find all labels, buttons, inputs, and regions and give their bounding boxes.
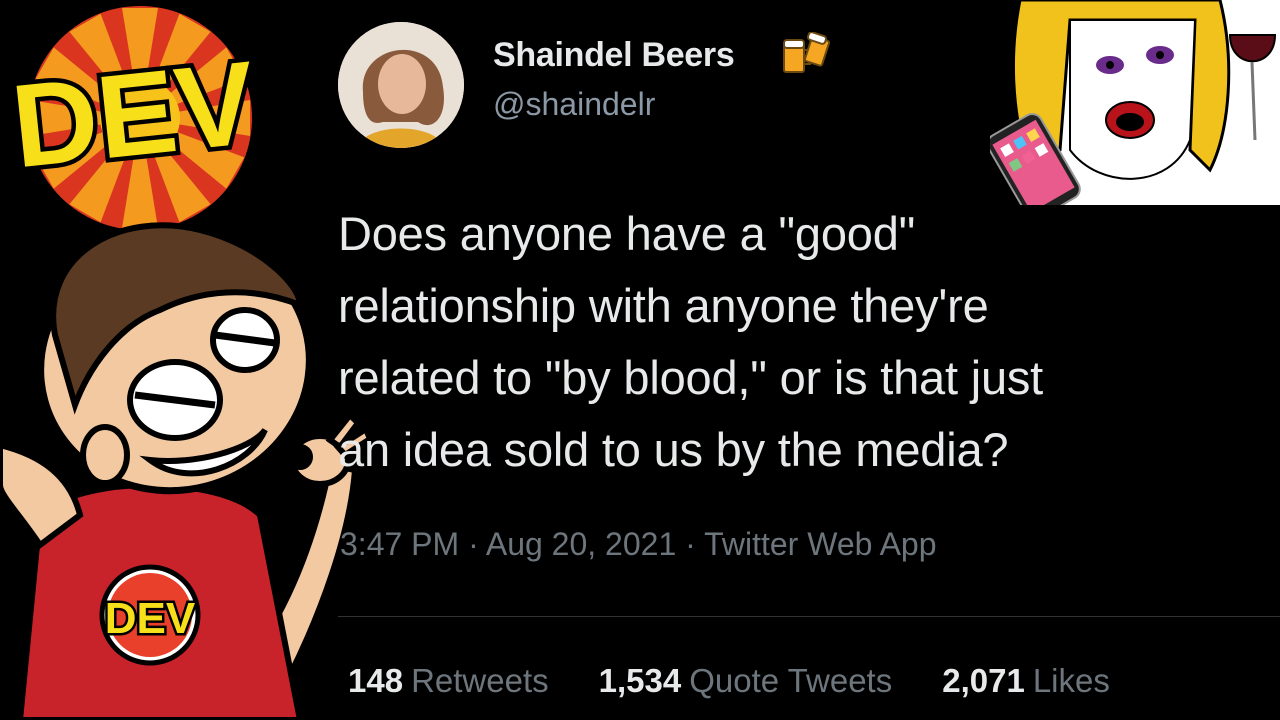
divider	[338, 616, 1280, 617]
retweets-count: 148	[348, 662, 404, 699]
quote-tweets-count: 1,534	[598, 662, 682, 699]
profile-photo	[338, 22, 464, 148]
quote-tweets-stat[interactable]: 1,534 Quote Tweets	[599, 662, 893, 700]
tweet-timestamp[interactable]: 3:47 PM · Aug 20, 2021 · Twitter Web App	[340, 526, 937, 563]
likes-label: Likes	[1032, 662, 1110, 699]
user-handle[interactable]: @shaindelr	[493, 86, 655, 123]
dev-logo-text: DEV	[6, 37, 261, 194]
tweet-text: Does anyone have a "good" relationship w…	[338, 198, 1278, 486]
dev-logo: DEV	[2, 6, 266, 230]
mascot-illustration: DEV	[0, 222, 370, 720]
retweets-label: Retweets	[411, 662, 549, 699]
display-name[interactable]: Shaindel Beers	[493, 36, 735, 75]
shirt-logo-text: DEV	[105, 594, 196, 643]
tweet-stats: 148 Retweets 1,534 Quote Tweets 2,071 Likes	[348, 662, 1160, 700]
avatar[interactable]	[338, 22, 464, 148]
likes-count: 2,071	[942, 662, 1025, 699]
beer-mugs-icon	[783, 32, 831, 73]
tweet-text-line: an idea sold to us by the media?	[338, 423, 1009, 476]
tweet-text-line: relationship with anyone they're	[338, 279, 989, 332]
retweets-stat[interactable]: 148 Retweets	[348, 662, 549, 700]
quote-tweets-label: Quote Tweets	[689, 662, 893, 699]
cartoon-woman-illustration	[990, 0, 1280, 205]
likes-stat[interactable]: 2,071 Likes	[942, 662, 1110, 700]
tweet-text-line: Does anyone have a "good"	[338, 207, 916, 260]
tweet-text-line: related to "by blood," or is that just	[338, 351, 1044, 404]
